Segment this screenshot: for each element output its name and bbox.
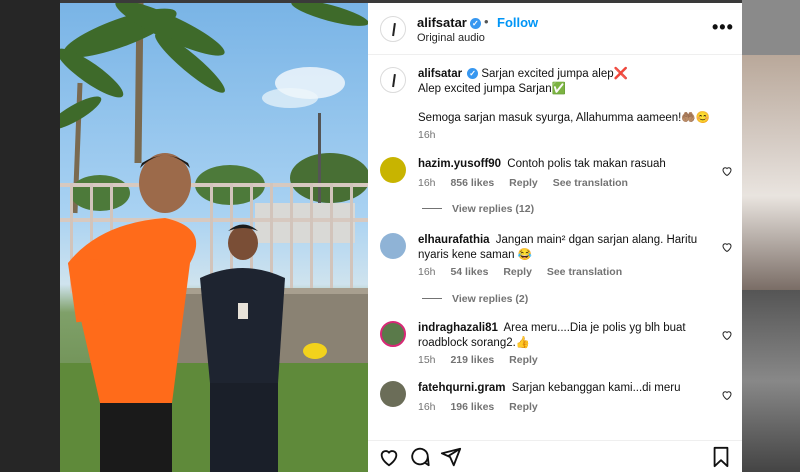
comment-timestamp[interactable]: 15h [418, 354, 436, 366]
comment-meta: 16h 196 likes Reply [418, 401, 550, 413]
comment-likes[interactable]: 856 likes [450, 177, 494, 189]
reply-button[interactable]: Reply [503, 266, 532, 278]
post-photo[interactable] [60, 3, 368, 472]
post-panel: alifsatar ✓ • Follow Original audio ••• a… [368, 3, 742, 472]
commenter-username[interactable]: hazim.yusoff90 [418, 158, 501, 170]
verified-badge-icon: ✓ [467, 68, 479, 79]
commenter-username[interactable]: fatehqurni.gram [418, 382, 506, 394]
comment-meta: 15h 219 likes Reply [418, 354, 550, 366]
comment-meta: 16h 54 likes Reply See translation [418, 266, 634, 278]
separator-dot: • [484, 14, 489, 29]
comment-text: fatehqurni.gram Sarjan kebanggan kami...… [418, 381, 718, 396]
view-replies-button[interactable]: View replies (12) [422, 203, 534, 215]
reply-button[interactable]: Reply [509, 177, 538, 189]
share-icon[interactable] [440, 446, 462, 468]
reply-button[interactable]: Reply [509, 354, 538, 366]
view-replies-label: View replies (2) [452, 293, 529, 305]
post-header: alifsatar ✓ • Follow Original audio ••• [368, 3, 742, 55]
commenter-avatar[interactable] [380, 157, 406, 183]
author-username-container[interactable]: alifsatar ✓ [417, 15, 481, 30]
comment-like-heart-icon[interactable] [721, 389, 733, 401]
commenter-username[interactable]: indraghazali81 [418, 322, 498, 334]
caption-line1: Sarjan excited jumpa alep❌ [481, 68, 628, 80]
comment-timestamp[interactable]: 16h [418, 177, 436, 189]
caption-avatar[interactable] [380, 67, 406, 93]
view-replies-label: View replies (12) [452, 203, 535, 215]
comment-text: hazim.yusoff90 Contoh polis tak makan ra… [418, 157, 718, 172]
comment-meta: 16h 856 likes Reply See translation [418, 177, 640, 189]
comment-likes[interactable]: 219 likes [450, 354, 494, 366]
comment-timestamp[interactable]: 16h [418, 401, 436, 413]
post-action-bar [368, 440, 742, 472]
commenter-username[interactable]: elhaurafathia [418, 234, 490, 246]
caption-text: alifsatar ✓ Sarjan excited jumpa alep❌ Al… [418, 67, 728, 97]
comment-text: indraghazali81 Area meru....Dia je polis… [418, 321, 718, 351]
comment-like-heart-icon[interactable] [721, 241, 733, 253]
reply-button[interactable]: Reply [509, 401, 538, 413]
comment-like-heart-icon[interactable] [721, 329, 733, 341]
caption-line2: Alep excited jumpa Sarjan✅ [418, 83, 566, 95]
bookmark-icon[interactable] [710, 446, 732, 468]
backdrop-left [0, 0, 60, 472]
verified-badge-icon: ✓ [469, 18, 481, 29]
follow-button[interactable]: Follow [497, 15, 538, 30]
backdrop-right [742, 0, 800, 472]
heart-icon[interactable] [378, 446, 400, 468]
commenter-avatar[interactable] [380, 233, 406, 259]
audio-label[interactable]: Original audio [417, 32, 485, 44]
comment-text: elhaurafathia Jangan main² dgan sarjan a… [418, 233, 718, 263]
author-username[interactable]: alifsatar [417, 15, 467, 30]
comment-body: Contoh polis tak makan rasuah [507, 158, 666, 170]
view-replies-button[interactable]: View replies (2) [422, 293, 528, 305]
comment-body: Sarjan kebanggan kami...di meru [511, 382, 681, 394]
see-translation-button[interactable]: See translation [553, 177, 628, 189]
commenter-avatar[interactable] [380, 381, 406, 407]
more-options-icon[interactable]: ••• [712, 17, 734, 38]
caption-timestamp[interactable]: 16h [418, 129, 436, 141]
comment-icon[interactable] [409, 446, 431, 468]
caption-username[interactable]: alifsatar [418, 68, 462, 80]
comment-timestamp[interactable]: 16h [418, 266, 436, 278]
comment-likes[interactable]: 196 likes [450, 401, 494, 413]
comment-likes[interactable]: 54 likes [450, 266, 488, 278]
author-avatar[interactable] [380, 16, 406, 42]
commenter-avatar[interactable] [380, 321, 406, 347]
comment-like-heart-icon[interactable] [721, 165, 733, 177]
post-caption: alifsatar ✓ Sarjan excited jumpa alep❌ Al… [368, 55, 742, 145]
caption-line3: Semoga sarjan masuk syurga, Allahumma aa… [418, 112, 710, 124]
see-translation-button[interactable]: See translation [547, 266, 622, 278]
